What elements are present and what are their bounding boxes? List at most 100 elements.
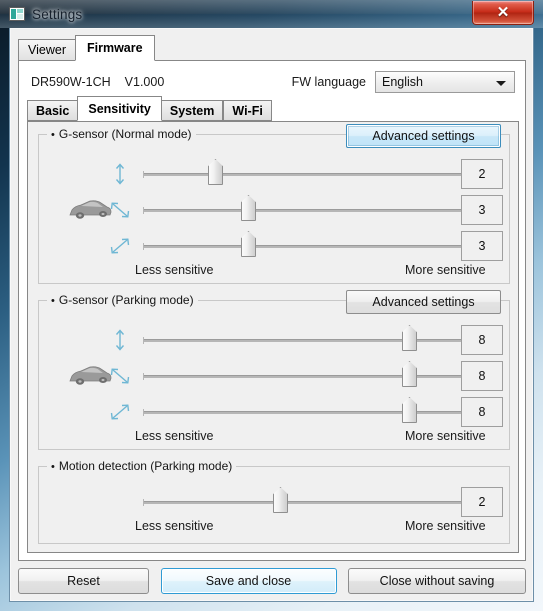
legend-normal: Less sensitive More sensitive: [39, 263, 509, 281]
value-lateral-parking: 8: [478, 369, 486, 383]
group-motion-detection-title: • Motion detection (Parking mode): [47, 459, 237, 473]
fw-language-select[interactable]: English: [375, 71, 515, 93]
tab-sensitivity-label: Sensitivity: [88, 101, 151, 116]
advanced-settings-button-normal[interactable]: Advanced settings: [346, 124, 501, 148]
group-motion-detection: • Motion detection (Parking mode) 2 Less …: [38, 459, 510, 544]
slider-track-lateral-parking[interactable]: [143, 373, 483, 380]
slider-thumb-motion[interactable]: [273, 487, 288, 513]
slider-row-lateral-parking: 8: [39, 359, 509, 393]
group-gsensor-normal: • G-sensor (Normal mode) Advanced setting…: [38, 124, 510, 284]
reset-button-label: Reset: [67, 574, 100, 588]
slider-track-vertical-normal[interactable]: [143, 171, 483, 178]
slider-row-lateral-normal: 3: [39, 193, 509, 227]
tab-firmware-label: Firmware: [86, 41, 143, 55]
legend-parking: Less sensitive More sensitive: [39, 429, 509, 447]
advanced-settings-normal-label: Advanced settings: [372, 129, 475, 143]
device-info-row: DR590W-1CH V1.000 FW language English: [31, 69, 515, 95]
fw-language-value: English: [382, 75, 423, 89]
app-icon: [9, 6, 25, 22]
less-sensitive-label-parking: Less sensitive: [135, 429, 214, 443]
more-sensitive-label-motion: More sensitive: [405, 519, 486, 533]
slider-thumb-lateral-parking[interactable]: [402, 361, 417, 387]
window-client-area: Viewer Firmware DR590W-1CH V1.000 FW lan…: [9, 28, 534, 602]
tab-system[interactable]: System: [160, 100, 224, 121]
window-titlebar: Settings ✕: [0, 0, 543, 28]
arrow-diagonal-down-icon: [107, 363, 133, 389]
slider-thumb-vertical-parking[interactable]: [402, 325, 417, 351]
chevron-down-icon: [496, 81, 506, 86]
close-icon: ✕: [496, 4, 510, 21]
advanced-settings-button-parking[interactable]: Advanced settings: [346, 290, 501, 314]
firmware-tabbar: Viewer Firmware: [18, 35, 155, 61]
slider-track-longitudinal-normal[interactable]: [143, 243, 483, 250]
fw-language-label: FW language: [291, 75, 366, 89]
value-box-lateral-normal[interactable]: 3: [461, 195, 503, 225]
arrow-vertical-icon: [107, 327, 133, 353]
value-motion: 2: [478, 495, 486, 509]
window-close-button[interactable]: ✕: [472, 1, 534, 25]
settings-tabbar: Basic Sensitivity System Wi-Fi: [27, 96, 272, 121]
less-sensitive-label-motion: Less sensitive: [135, 519, 214, 533]
arrow-vertical-icon: [107, 161, 133, 187]
slider-row-vertical-parking: 8: [39, 323, 509, 357]
arrow-diagonal-down-icon: [107, 197, 133, 223]
bullet-icon: •: [51, 129, 55, 141]
tab-system-label: System: [169, 103, 215, 118]
close-without-saving-button-label: Close without saving: [379, 574, 495, 588]
slider-track-vertical-parking[interactable]: [143, 337, 483, 344]
slider-track-longitudinal-parking[interactable]: [143, 409, 483, 416]
group-gsensor-parking: • G-sensor (Parking mode) Advanced settin…: [38, 290, 510, 450]
tab-wifi[interactable]: Wi-Fi: [223, 100, 272, 121]
close-without-saving-button[interactable]: Close without saving: [348, 568, 526, 594]
window-title: Settings: [32, 6, 83, 22]
slider-row-motion: 2: [39, 485, 509, 519]
tab-basic[interactable]: Basic: [27, 100, 79, 121]
tab-wifi-label: Wi-Fi: [232, 103, 263, 118]
tab-sensitivity[interactable]: Sensitivity: [77, 96, 162, 121]
slider-row-longitudinal-normal: 3: [39, 229, 509, 263]
slider-thumb-lateral-normal[interactable]: [241, 195, 256, 221]
reset-button[interactable]: Reset: [18, 568, 149, 594]
legend-motion: Less sensitive More sensitive: [39, 519, 509, 537]
slider-row-vertical-normal: 2: [39, 157, 509, 191]
device-firmware-version: V1.000: [124, 75, 165, 89]
slider-track-lateral-normal[interactable]: [143, 207, 483, 214]
group-gsensor-normal-title: • G-sensor (Normal mode): [47, 127, 196, 141]
more-sensitive-label-parking: More sensitive: [405, 429, 486, 443]
value-lateral-normal: 3: [478, 203, 486, 217]
tab-basic-label: Basic: [36, 103, 70, 118]
value-box-longitudinal-normal[interactable]: 3: [461, 231, 503, 261]
save-and-close-button-label: Save and close: [205, 574, 292, 588]
advanced-settings-parking-label: Advanced settings: [372, 295, 475, 309]
slider-thumb-vertical-normal[interactable]: [208, 159, 223, 185]
value-box-lateral-parking[interactable]: 8: [461, 361, 503, 391]
tab-viewer-label: Viewer: [28, 43, 66, 57]
arrow-diagonal-up-icon: [107, 233, 133, 259]
save-and-close-button[interactable]: Save and close: [160, 568, 337, 594]
value-longitudinal-normal: 3: [478, 239, 486, 253]
more-sensitive-label-normal: More sensitive: [405, 263, 486, 277]
sensitivity-panel: • G-sensor (Normal mode) Advanced setting…: [27, 121, 519, 553]
bullet-icon: •: [51, 295, 55, 307]
value-vertical-parking: 8: [478, 333, 486, 347]
value-box-vertical-parking[interactable]: 8: [461, 325, 503, 355]
arrow-diagonal-up-icon: [107, 399, 133, 425]
value-box-motion[interactable]: 2: [461, 487, 503, 517]
dialog-footer: Reset Save and close Close without savin…: [18, 567, 526, 595]
value-box-vertical-normal[interactable]: 2: [461, 159, 503, 189]
tab-firmware[interactable]: Firmware: [74, 35, 155, 61]
less-sensitive-label-normal: Less sensitive: [135, 263, 214, 277]
group-gsensor-parking-title: • G-sensor (Parking mode): [47, 293, 198, 307]
bullet-icon: •: [51, 461, 55, 473]
slider-track-motion[interactable]: [143, 499, 483, 506]
value-longitudinal-parking: 8: [478, 405, 486, 419]
slider-row-longitudinal-parking: 8: [39, 395, 509, 429]
device-model: DR590W-1CH: [31, 75, 111, 89]
settings-window: Settings ✕ Viewer Firmware DR590W-1CH V1…: [0, 0, 543, 611]
firmware-panel: DR590W-1CH V1.000 FW language English Ba…: [18, 60, 526, 561]
tab-viewer[interactable]: Viewer: [18, 39, 76, 61]
value-box-longitudinal-parking[interactable]: 8: [461, 397, 503, 427]
slider-thumb-longitudinal-parking[interactable]: [402, 397, 417, 423]
slider-thumb-longitudinal-normal[interactable]: [241, 231, 256, 257]
value-vertical-normal: 2: [478, 167, 486, 181]
